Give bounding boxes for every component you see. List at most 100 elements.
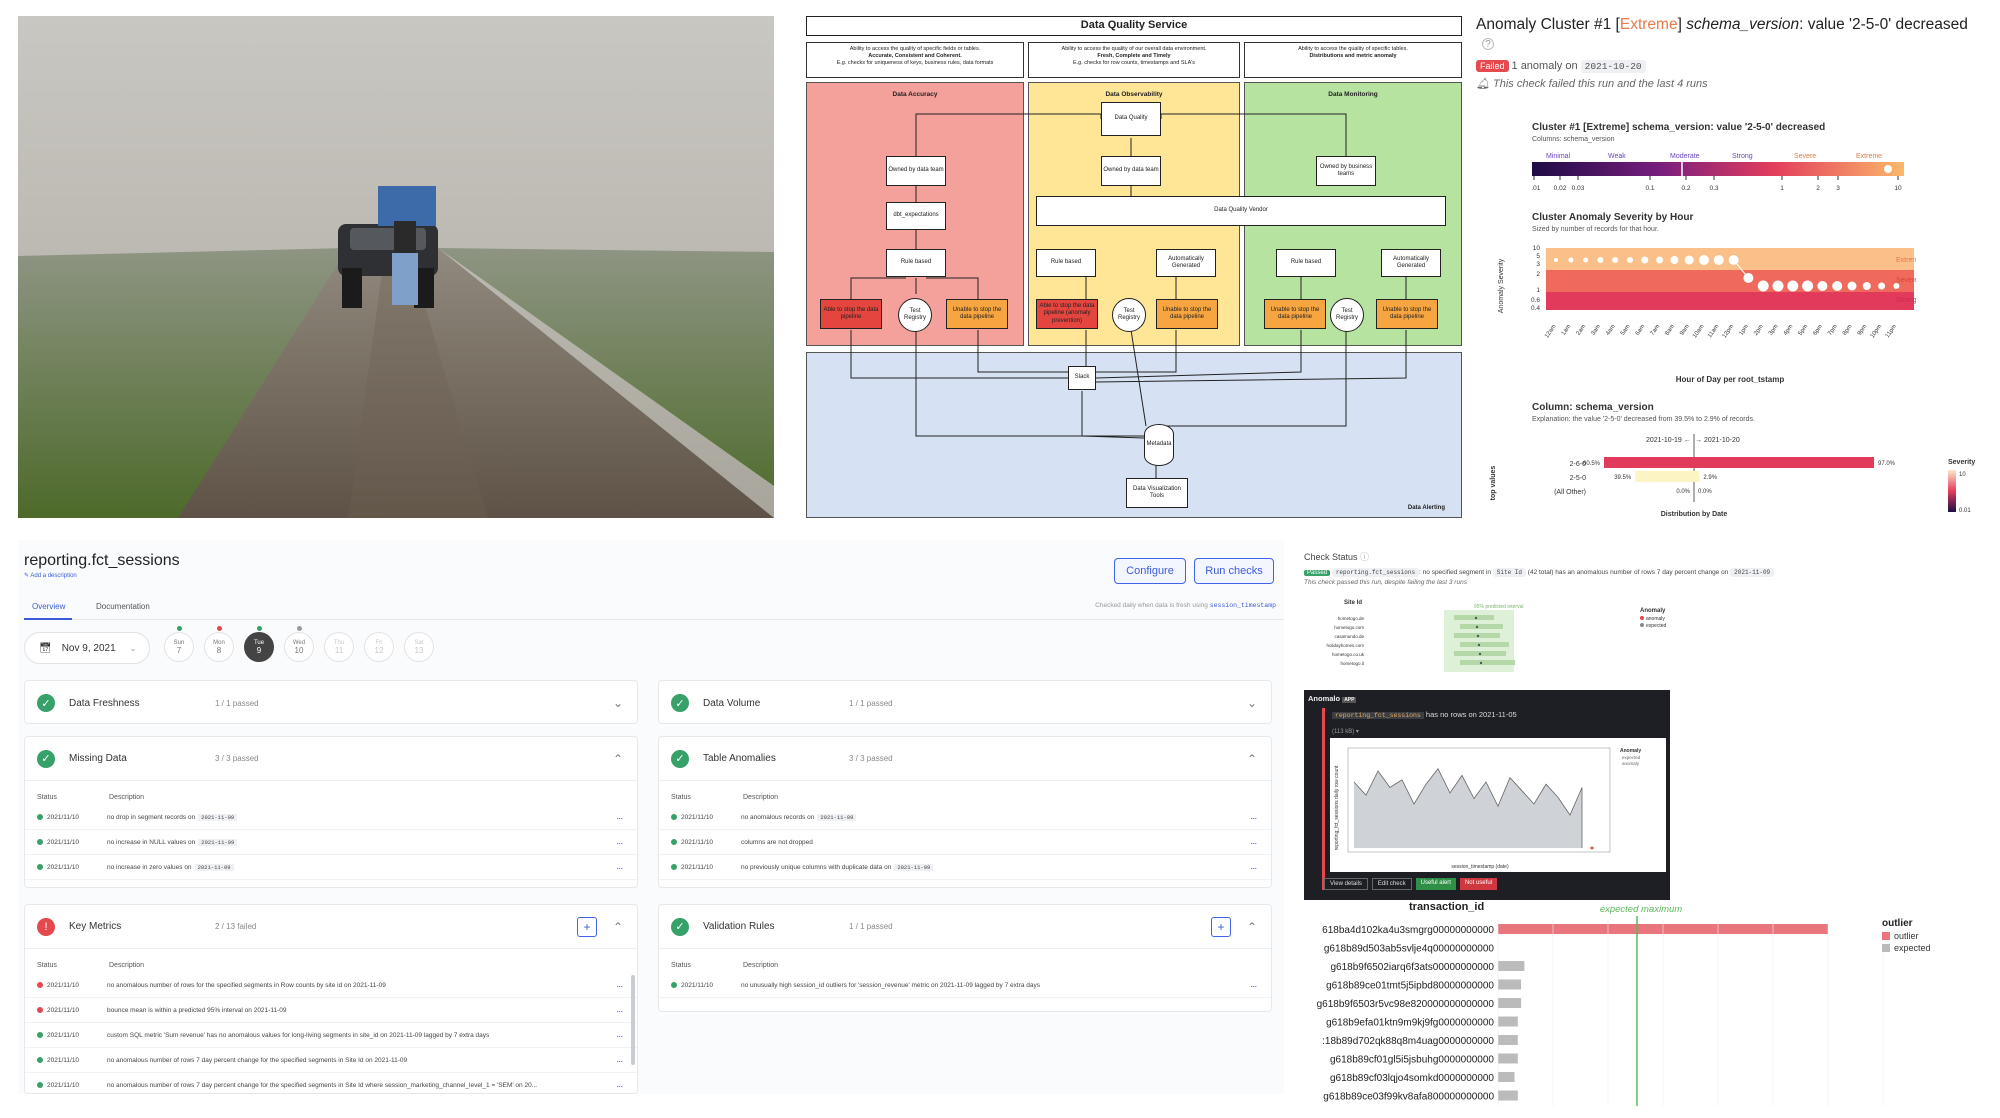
hour-sub: Sized by number of records for that hour… (1532, 226, 1659, 233)
box-slack: Slack (1068, 366, 1096, 390)
severity-label: Strong (1732, 153, 1753, 160)
hour-dot (1612, 257, 1619, 263)
chevron-down-icon: ⌄ (1246, 696, 1257, 710)
hour-dot (1684, 255, 1694, 265)
hour-dot (1847, 281, 1857, 291)
hour-xtick: 8am (1664, 324, 1676, 337)
useful-alert-button[interactable]: Useful alert (1415, 878, 1456, 890)
hour-xtick: 6am (1635, 324, 1647, 337)
card-table-anomalies[interactable]: ✓ Table Anomalies 3 / 3 passed ⌃ Status Desc… (658, 736, 1272, 888)
hour-band-label: Severe (1896, 277, 1916, 284)
day-tue[interactable]: Tue 9 (244, 632, 274, 662)
box-rule-based-3: Rule based (1276, 249, 1336, 277)
hour-dot (1713, 255, 1724, 265)
hour-xtick: 3am (1590, 324, 1602, 337)
dist-bar-right (1694, 471, 1700, 482)
card-key-metrics[interactable]: ! Key Metrics 2 / 13 failed + ⌃ Status Descri… (24, 904, 638, 1094)
txn-id-label: g618b89ce03f99kv8afa800000000000 (1323, 1092, 1494, 1103)
dist-bar-left (1604, 457, 1694, 468)
day-thu[interactable]: Thu 11 (324, 632, 354, 662)
svg-text:anomaly: anomaly (1646, 616, 1665, 622)
day-status-dot (257, 626, 262, 631)
site-point (1476, 634, 1480, 638)
scrollbar[interactable] (631, 975, 635, 1065)
hour-xtick: 3pm (1768, 324, 1780, 337)
legend-max: 10 (1959, 472, 1966, 478)
hour-dot (1627, 257, 1633, 263)
txn-id-label: g618b89cf01gl5i5jsbuhg0000000000 (1330, 1055, 1494, 1066)
table-row[interactable]: 2021/11/10 no anomalous records on 2021-11… (659, 805, 1271, 830)
dist-left-value: 60.5% (1583, 461, 1601, 467)
day-sat[interactable]: Sat 13 (404, 632, 434, 662)
table-row[interactable]: 2021/11/10 no anomalous number of rows fo… (25, 973, 637, 998)
more-icon: … (616, 1056, 624, 1064)
card-data-freshness[interactable]: ✓ Data Freshness 1 / 1 passed ⌄ (24, 680, 638, 724)
table-row[interactable]: 2021/11/10 no drop in segment records on 2… (25, 805, 637, 830)
txn-id-label: g618b9f6503r5vc98e820000000000000 (1317, 999, 1495, 1010)
table-row[interactable]: 2021/11/10 bounce mean is within a predic… (25, 998, 637, 1023)
hour-xtick: 9pm (1857, 324, 1869, 337)
check-icon: ✓ (671, 694, 689, 712)
hour-chart: Anomaly Severity 1053 2 1 0.60.4 Extreme Sev… (1498, 245, 1916, 384)
view-details-button[interactable]: View details (1324, 878, 1368, 890)
chevron-up-icon: ⌃ (1246, 751, 1257, 766)
table-row[interactable]: 2021/11/10 no anomalous number of rows 7 … (25, 1048, 637, 1073)
box-able-prev: Able to stop the data pipeline (anomaly … (1036, 299, 1098, 329)
add-icon[interactable]: + (1211, 916, 1231, 937)
anomalo-anomaly-point (1590, 846, 1594, 850)
day-mon[interactable]: Mon 8 (204, 632, 234, 662)
tab-documentation[interactable]: Documentation (96, 602, 150, 611)
run-checks-button[interactable]: Run checks (1194, 558, 1274, 584)
site-point (1477, 643, 1481, 647)
svg-text:Site Id: Site Id (1344, 600, 1362, 606)
check-summary: Passed reporting.fct_sessions: no specif… (1304, 568, 1844, 577)
legend-min: 0.01 (1959, 508, 1971, 514)
dist-to: → 2021-10-20 (1695, 437, 1740, 444)
txn-id-label: g618b89cf03lqjo4somkd0000000000 (1330, 1073, 1494, 1084)
site-label: hometogo.com (1334, 625, 1364, 630)
txn-id-label: g618b9efa01ktn9m9kj9fg0000000000 (1326, 1018, 1494, 1029)
add-icon[interactable]: + (577, 916, 597, 937)
site-label: hometogo.it (1340, 661, 1364, 666)
hour-dot (1802, 280, 1814, 292)
table-row[interactable]: 2021/11/10 no increase in NULL values on 2… (25, 830, 637, 855)
configure-button[interactable]: Configure (1114, 558, 1186, 584)
site-interval (1460, 624, 1503, 629)
day-wed[interactable]: Wed 10 (284, 632, 314, 662)
hour-xtick: 7am (1650, 324, 1662, 337)
anomalo-alert: Anomalo APP reporting_fct_sessions has n… (1304, 690, 1670, 900)
card-missing-data[interactable]: ✓ Missing Data 3 / 3 passed ⌃ Status Descrip… (24, 736, 638, 888)
hour-dot (1699, 255, 1709, 265)
txn-id-label: g618b89ce01tmt5j5ipbd80000000000 (1326, 981, 1494, 992)
table-row[interactable]: 2021/11/10 columns are not dropped… (659, 830, 1271, 855)
checked-note: Checked daily when data is fresh using s… (1095, 602, 1276, 609)
table-row[interactable]: 2021/11/10 no unusually high session_id o… (659, 973, 1271, 998)
hour-xtick: 1am (1561, 324, 1573, 337)
help-icon[interactable]: ? (1482, 38, 1494, 50)
hour-dot (1656, 256, 1664, 264)
tab-overview[interactable]: Overview (32, 602, 65, 611)
table-row[interactable]: 2021/11/10 no anomalous number of rows 7 … (25, 1073, 637, 1093)
day-sun[interactable]: Sun 7 (164, 632, 194, 662)
hour-dot (1757, 280, 1769, 292)
dist-left-value: 39.5% (1614, 475, 1632, 481)
hour-dot (1641, 256, 1649, 264)
hour-dot (1893, 283, 1900, 289)
add-description-link[interactable]: ✎ Add a description (24, 572, 77, 579)
dist-bar-left (1635, 471, 1694, 482)
date-picker[interactable]: 📅︎ Nov 9, 2021 ⌄ (24, 632, 150, 664)
txn-bar (1498, 998, 1522, 1008)
table-row[interactable]: 2021/11/10 no increase in zero values on 2… (25, 855, 637, 880)
card-validation-rules[interactable]: ✓ Validation Rules 1 / 1 passed + ⌃ Status De… (658, 904, 1272, 1012)
day-fri[interactable]: Fri 12 (364, 632, 394, 662)
not-useful-button[interactable]: Not useful (1459, 878, 1497, 890)
txn-id-label: g618b9f6502iarq6f3ats00000000000 (1331, 962, 1495, 973)
dist-bar-right (1694, 457, 1874, 468)
txn-bar (1498, 1053, 1518, 1064)
more-icon: … (1250, 863, 1258, 871)
edit-check-button[interactable]: Edit check (1371, 878, 1412, 890)
table-row[interactable]: 2021/11/10 no previously unique columns w… (659, 855, 1271, 880)
table-row[interactable]: 2021/11/10 custom SQL metric 'Sum revenue… (25, 1023, 637, 1048)
bell-icon: 🔔︎ (1476, 78, 1490, 90)
card-data-volume[interactable]: ✓ Data Volume 1 / 1 passed ⌄ (658, 680, 1272, 724)
